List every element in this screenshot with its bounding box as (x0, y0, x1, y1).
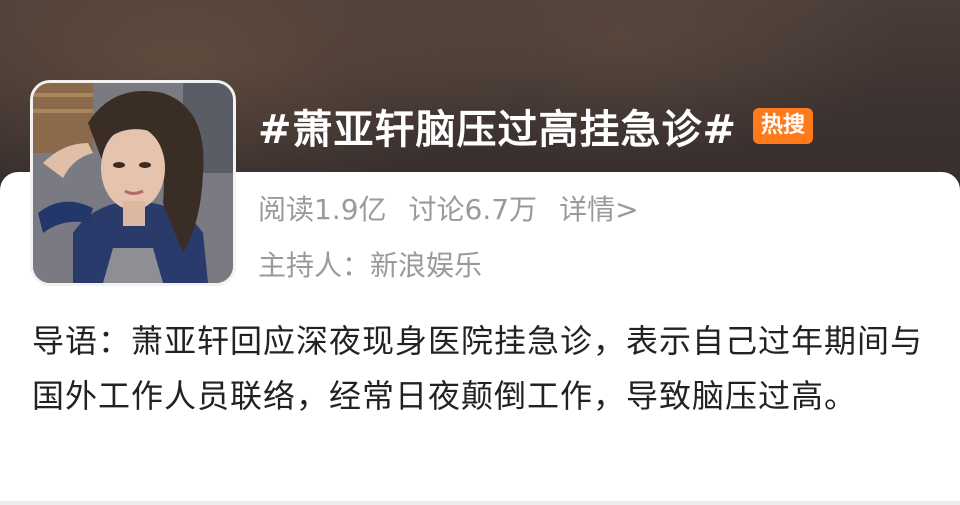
discussion-count: 讨论6.7万 (408, 193, 538, 226)
host-label: 主持人：新浪娱乐 (258, 249, 483, 282)
topic-stats: 阅读1.9亿 讨论6.7万 详情> (258, 188, 661, 228)
topic-title-row: #萧亚轩脑压过高挂急诊# 热搜 (258, 96, 814, 156)
portrait-image (33, 83, 233, 283)
read-count: 阅读1.9亿 (258, 193, 387, 226)
topic-host: 主持人：新浪娱乐 (258, 244, 482, 284)
details-link[interactable]: 详情> (559, 188, 638, 228)
divider (0, 501, 960, 505)
topic-avatar-photo[interactable] (30, 80, 236, 286)
hot-search-badge: 热搜 (753, 108, 814, 144)
topic-intro: 导语：萧亚轩回应深夜现身医院挂急诊，表示自己过年期间与国外工作人员联络，经常日夜… (32, 322, 924, 415)
topic-title[interactable]: #萧亚轩脑压过高挂急诊# (258, 97, 737, 155)
